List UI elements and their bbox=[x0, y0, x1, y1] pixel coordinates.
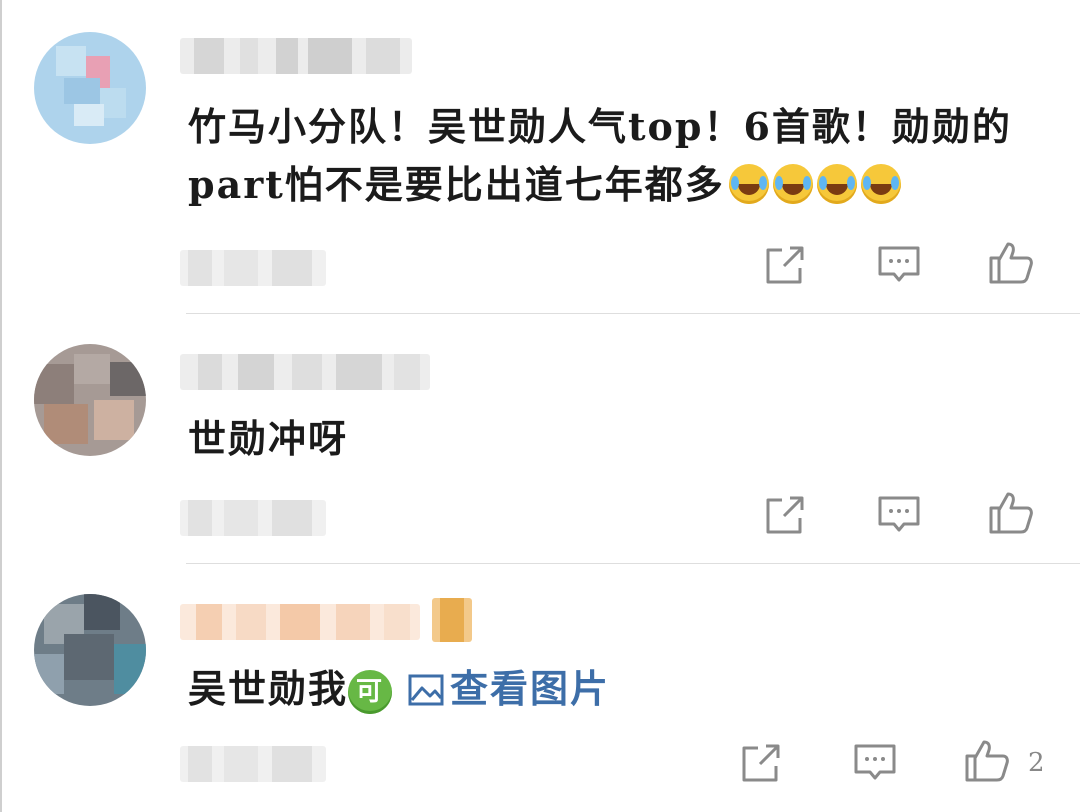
laughing-crying-emoji-icon bbox=[860, 164, 901, 204]
thumbs-up-icon bbox=[989, 242, 1033, 284]
username-blurred[interactable] bbox=[180, 354, 430, 390]
share-icon bbox=[742, 744, 780, 782]
comment-item: 竹马小分队！吴世勋人气top！6首歌！勋勋的part怕不是要比出道七年都多 bbox=[0, 0, 1080, 314]
reply-button[interactable] bbox=[874, 240, 924, 290]
comment-text: 竹马小分队！吴世勋人气top！6首歌！勋勋的part怕不是要比出道七年都多 bbox=[188, 98, 1038, 214]
reply-button[interactable] bbox=[874, 490, 924, 540]
comment-item: 世勋冲呀 bbox=[0, 314, 1080, 564]
comment-body: 世勋冲呀 bbox=[188, 416, 349, 461]
view-image-label: 查看图片 bbox=[450, 666, 611, 711]
picture-icon bbox=[408, 674, 444, 706]
thumbs-up-icon bbox=[989, 492, 1033, 534]
avatar[interactable] bbox=[34, 32, 146, 144]
share-button[interactable] bbox=[736, 738, 786, 788]
vip-badge-blurred bbox=[432, 598, 472, 642]
like-button[interactable] bbox=[986, 488, 1036, 538]
timestamp-blurred bbox=[180, 746, 326, 782]
comment-icon bbox=[878, 496, 920, 532]
share-button[interactable] bbox=[760, 490, 810, 540]
comment-body: 吴世勋我 bbox=[188, 666, 349, 711]
comment-text: 世勋冲呀 bbox=[188, 410, 1038, 468]
like-button[interactable] bbox=[986, 238, 1036, 288]
share-icon bbox=[766, 246, 804, 284]
comment-icon bbox=[878, 246, 920, 282]
comment-icon bbox=[854, 744, 896, 780]
username-blurred[interactable] bbox=[180, 38, 412, 74]
laughing-crying-emoji-icon bbox=[728, 164, 769, 204]
avatar[interactable] bbox=[34, 344, 146, 456]
thumbs-up-icon bbox=[965, 740, 1009, 782]
ke-sticker-icon: 可 bbox=[348, 670, 393, 714]
laughing-crying-emoji-icon bbox=[772, 164, 813, 204]
laughing-crying-emoji-icon bbox=[816, 164, 857, 204]
username-blurred[interactable] bbox=[180, 604, 420, 640]
view-image-link[interactable]: 查看图片 bbox=[408, 666, 610, 711]
timestamp-blurred bbox=[180, 500, 326, 536]
avatar[interactable] bbox=[34, 594, 146, 706]
share-button[interactable] bbox=[760, 240, 810, 290]
comment-text: 吴世勋我可 查看图片 bbox=[188, 660, 1038, 718]
share-icon bbox=[766, 496, 804, 534]
timestamp-blurred bbox=[180, 250, 326, 286]
like-count: 2 bbox=[1028, 748, 1045, 778]
reply-button[interactable] bbox=[850, 738, 900, 788]
like-button[interactable] bbox=[962, 736, 1012, 786]
comment-item: 吴世勋我可 查看图片 2 bbox=[0, 564, 1080, 812]
